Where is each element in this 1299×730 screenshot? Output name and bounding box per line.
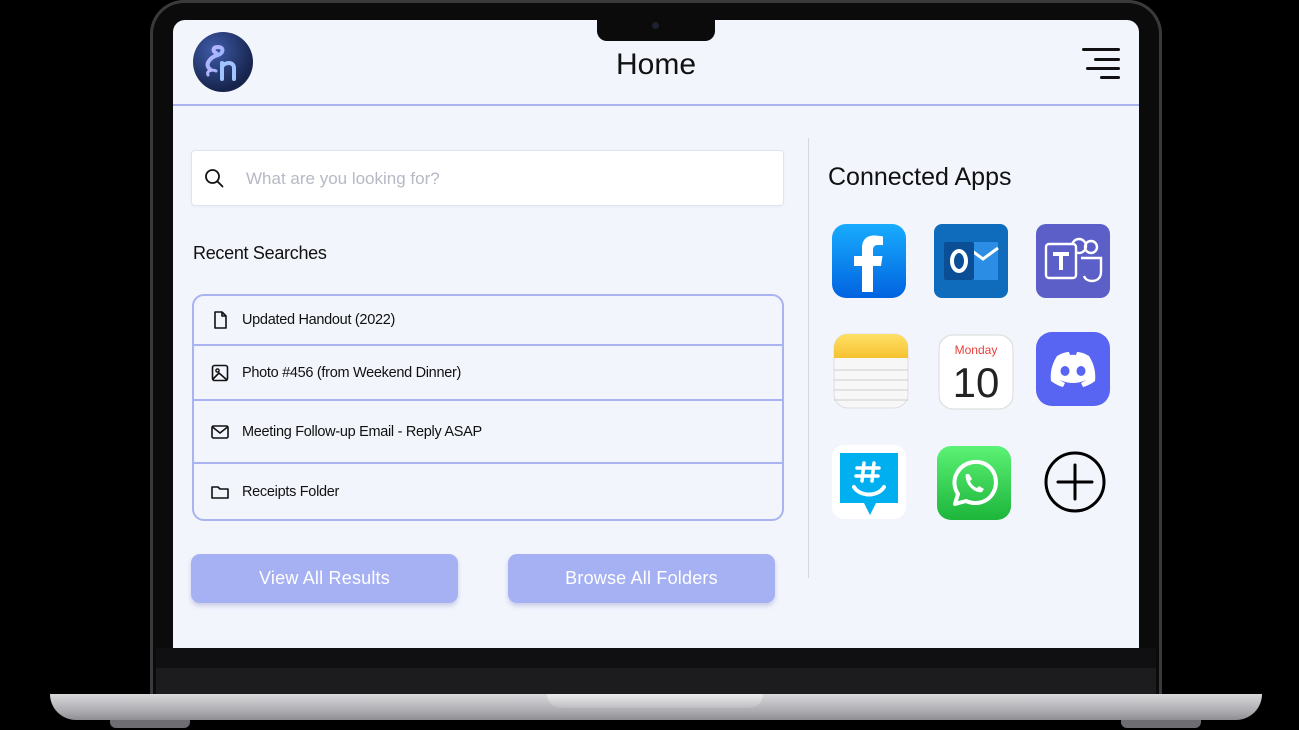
recent-item-label: Receipts Folder [242, 483, 340, 500]
search-icon [205, 169, 224, 188]
browse-all-folders-button[interactable]: Browse All Folders [508, 554, 775, 603]
recent-item-label: Photo #456 (from Weekend Dinner) [242, 364, 462, 381]
teams-icon [1036, 224, 1110, 298]
whatsapp-app[interactable] [935, 444, 1013, 522]
camera-icon [652, 22, 659, 29]
recent-searches-list: Updated Handout (2022) Photo #456 (from … [192, 294, 784, 521]
app-screen: Home Recent Searches Updated Handout (20… [173, 20, 1139, 648]
document-icon [214, 311, 227, 329]
laptop-bezel-bottom [156, 648, 1156, 668]
recent-item-email[interactable]: Meeting Follow-up Email - Reply ASAP [194, 401, 782, 464]
calendar-weekday: Monday [955, 343, 998, 357]
folder-icon [211, 485, 229, 499]
teams-app[interactable] [1034, 222, 1112, 300]
laptop-hinge [156, 668, 1156, 694]
recent-item-label: Meeting Follow-up Email - Reply ASAP [242, 423, 482, 440]
add-app-button[interactable] [1036, 443, 1114, 521]
calendar-icon: Monday 10 [938, 334, 1014, 410]
laptop-foot-left [110, 720, 190, 728]
search-bar[interactable] [191, 150, 784, 206]
outlook-icon [934, 224, 1008, 298]
calendar-app[interactable]: Monday 10 [937, 333, 1015, 411]
facebook-icon [832, 224, 906, 298]
menu-icon[interactable] [1080, 48, 1120, 80]
recent-item-photo[interactable]: Photo #456 (from Weekend Dinner) [194, 346, 782, 401]
recent-item-folder[interactable]: Receipts Folder [194, 464, 782, 519]
recent-item-handout[interactable]: Updated Handout (2022) [194, 296, 782, 346]
facebook-app[interactable] [830, 222, 908, 300]
notes-icon [833, 333, 909, 409]
laptop-foot-right [1121, 720, 1201, 728]
discord-app[interactable] [1034, 330, 1112, 408]
recent-searches-title: Recent Searches [193, 243, 327, 263]
outlook-app[interactable] [932, 222, 1010, 300]
groupme-app[interactable] [830, 443, 908, 521]
laptop-base-notch [547, 694, 763, 708]
discord-icon [1036, 332, 1110, 406]
camera-notch [597, 20, 715, 41]
view-all-results-button[interactable]: View All Results [191, 554, 458, 603]
mail-icon [211, 424, 229, 439]
whatsapp-icon [937, 446, 1011, 520]
column-divider [808, 138, 809, 578]
recent-item-label: Updated Handout (2022) [242, 312, 396, 328]
page-title: Home [615, 48, 697, 81]
calendar-day: 10 [953, 359, 1000, 406]
groupme-icon [832, 445, 906, 519]
notes-app[interactable] [832, 332, 910, 410]
connected-apps-title: Connected Apps [828, 163, 1012, 191]
search-input[interactable] [244, 161, 768, 197]
image-icon [211, 364, 229, 381]
add-circle-icon [1044, 451, 1106, 513]
